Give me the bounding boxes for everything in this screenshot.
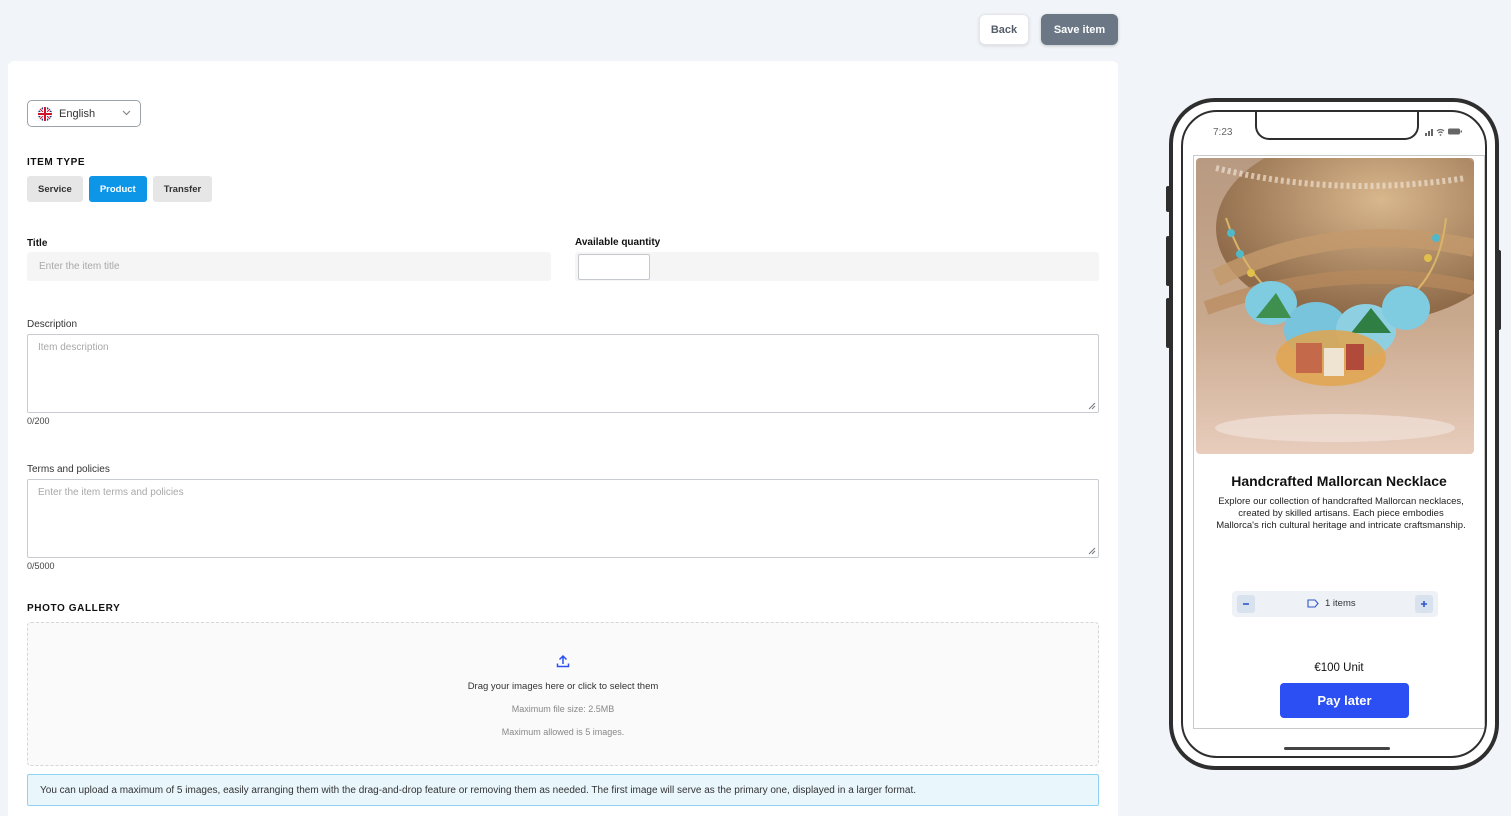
status-icons (1425, 127, 1463, 138)
type-service-button[interactable]: Service (27, 176, 83, 202)
signal-wifi-battery-icon (1425, 128, 1462, 136)
product-preview-screen: Handcrafted Mallorcan Necklace Explore o… (1193, 155, 1485, 729)
language-select[interactable]: English (27, 100, 141, 127)
save-item-button[interactable]: Save item (1041, 14, 1118, 45)
terms-textarea[interactable]: Enter the item terms and policies (27, 479, 1099, 558)
type-product-button[interactable]: Product (88, 176, 147, 202)
pay-later-button[interactable]: Pay later (1280, 683, 1409, 718)
upload-icon (556, 654, 570, 668)
dropzone-instruction: Drag your images here or click to select… (467, 681, 659, 692)
home-indicator (1284, 747, 1390, 750)
quantity-stepper: 1 items (1232, 591, 1438, 617)
chevron-down-icon (122, 108, 131, 119)
type-transfer-button[interactable]: Transfer (152, 176, 213, 202)
phone-notch (1255, 112, 1419, 140)
gallery-info-message: You can upload a maximum of 5 images, ea… (27, 774, 1099, 806)
increment-button[interactable] (1415, 595, 1433, 613)
header-actions: Back Save item (979, 14, 1118, 45)
terms-counter: 0/5000 (27, 561, 55, 571)
decrement-button[interactable] (1237, 595, 1255, 613)
max-file-size-text: Maximum file size: 2.5MB (511, 704, 615, 714)
terms-label: Terms and policies (27, 464, 110, 475)
product-image (1196, 158, 1474, 454)
title-input[interactable]: Enter the item title (27, 252, 551, 281)
item-type-heading: ITEM TYPE (27, 157, 86, 168)
title-label: Title (27, 238, 48, 249)
quantity-display: 1 items (1307, 598, 1356, 609)
phone-preview: 7:23 Handcrafted Mallorcan Necklace Expl… (1169, 98, 1499, 770)
max-images-text: Maximum allowed is 5 images. (501, 727, 625, 737)
quantity-text: 1 items (1325, 598, 1356, 609)
quantity-input[interactable] (578, 254, 650, 280)
item-form-card: English ITEM TYPE Service Product Transf… (8, 61, 1118, 816)
quantity-field-container (575, 252, 1099, 281)
preview-product-description: Explore our collection of handcrafted Ma… (1216, 496, 1466, 531)
uk-flag-icon (38, 106, 52, 121)
status-time: 7:23 (1213, 127, 1233, 138)
description-label: Description (27, 319, 78, 330)
description-placeholder: Item description (38, 342, 109, 353)
resize-handle-icon[interactable] (1088, 402, 1096, 410)
description-textarea[interactable]: Item description (27, 334, 1099, 413)
description-counter: 0/200 (27, 416, 50, 426)
photo-gallery-heading: PHOTO GALLERY (27, 603, 121, 614)
preview-price: €100 Unit (1314, 662, 1364, 674)
item-type-toggle: Service Product Transfer (27, 176, 213, 202)
language-label: English (59, 107, 96, 120)
back-button[interactable]: Back (979, 14, 1029, 45)
minus-icon (1243, 603, 1249, 605)
photo-dropzone[interactable]: Drag your images here or click to select… (27, 622, 1099, 766)
plus-icon (1421, 601, 1427, 607)
quantity-label: Available quantity (575, 237, 661, 248)
phone-screen-frame: 7:23 Handcrafted Mallorcan Necklace Expl… (1181, 110, 1487, 758)
terms-placeholder: Enter the item terms and policies (38, 487, 184, 498)
preview-product-title: Handcrafted Mallorcan Necklace (1231, 473, 1447, 489)
resize-handle-icon[interactable] (1088, 547, 1096, 555)
tag-icon (1307, 599, 1319, 608)
